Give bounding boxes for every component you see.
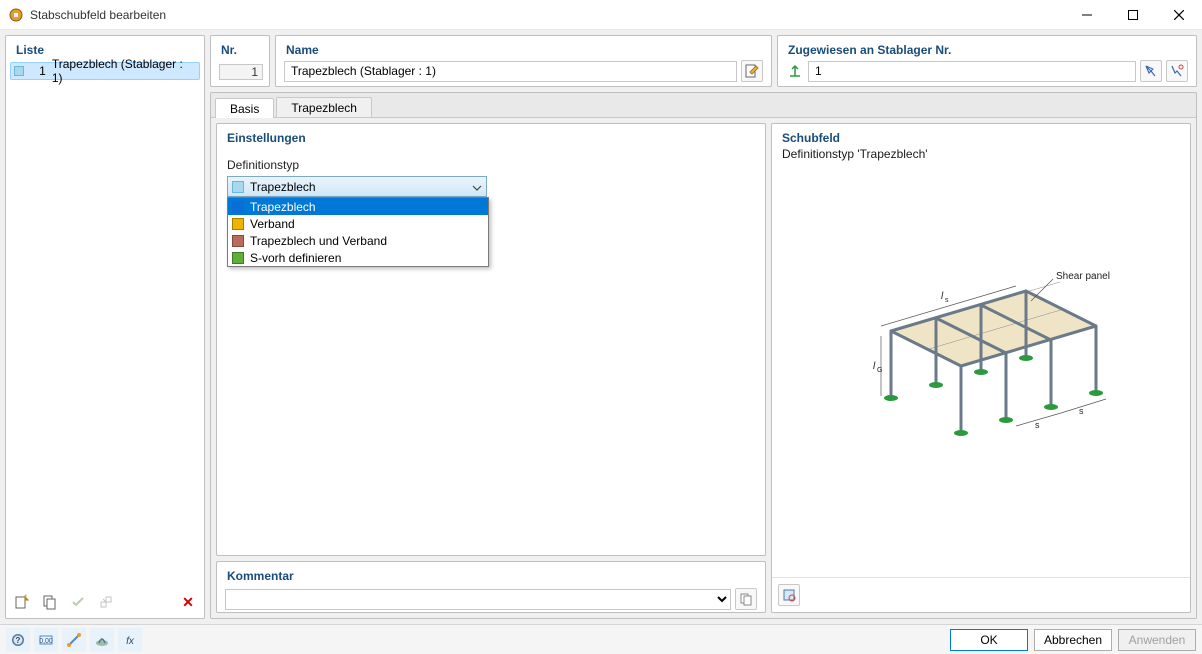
nr-label: Nr. (211, 36, 269, 60)
svg-text:s: s (1035, 420, 1040, 430)
assigned-input[interactable] (808, 61, 1136, 82)
nr-input[interactable] (219, 64, 263, 80)
comment-title: Kommentar (217, 562, 765, 586)
dropdown-option[interactable]: Trapezblech (228, 198, 488, 215)
delete-item-button[interactable]: ✕ (176, 590, 200, 614)
option-swatch (232, 252, 244, 264)
apply-button[interactable]: Anwenden (1118, 629, 1196, 651)
app-icon (8, 7, 24, 23)
option-label: Trapezblech (250, 200, 316, 214)
maximize-button[interactable] (1110, 0, 1156, 30)
list-item-number: 1 (30, 64, 46, 78)
option-swatch (232, 235, 244, 247)
comment-copy-button[interactable] (735, 588, 757, 610)
preview-image: l s l G s s Shear panel (772, 161, 1190, 577)
settings-title: Einstellungen (217, 124, 765, 148)
preview-title: Schubfeld (782, 131, 1180, 145)
definitionstyp-dropdown[interactable]: Trapezblech Verband Trapezblech und Verb… (227, 197, 489, 267)
tabs-panel: Basis Trapezblech Einstellungen Definiti… (210, 92, 1197, 619)
svg-text:s: s (945, 297, 949, 304)
dropdown-option[interactable]: Trapezblech und Verband (228, 232, 488, 249)
new-item-button[interactable] (10, 590, 34, 614)
window-title: Stabschubfeld bearbeiten (30, 8, 1064, 22)
svg-text:?: ? (16, 636, 21, 645)
name-input[interactable] (284, 61, 737, 82)
list-panel: Liste 1 Trapezblech (Stablager : 1) ✕ (5, 35, 205, 619)
titlebar: Stabschubfeld bearbeiten (0, 0, 1202, 30)
nr-panel: Nr. (210, 35, 270, 87)
cancel-button[interactable]: Abbrechen (1034, 629, 1112, 651)
option-label: Verband (250, 217, 295, 231)
dropdown-option[interactable]: Verband (228, 215, 488, 232)
fx-button[interactable]: fx (118, 628, 142, 652)
help-button[interactable]: ? (6, 628, 30, 652)
name-label: Name (276, 36, 771, 60)
dropdown-option[interactable]: S-vorh definieren (228, 249, 488, 266)
svg-text:0,00: 0,00 (39, 638, 53, 645)
chevron-down-icon (472, 182, 482, 192)
name-panel: Name (275, 35, 772, 87)
assigned-label: Zugewiesen an Stablager Nr. (778, 36, 1196, 60)
list-item-swatch (14, 66, 24, 76)
svg-text:l: l (873, 361, 876, 372)
option-swatch (232, 201, 244, 213)
preview-panel: Schubfeld Definitionstyp 'Trapezblech' (771, 123, 1191, 613)
assigned-panel: Zugewiesen an Stablager Nr. (777, 35, 1197, 87)
member-button[interactable] (62, 628, 86, 652)
clone-item-button (94, 590, 118, 614)
option-swatch (232, 218, 244, 230)
option-label: Trapezblech und Verband (250, 234, 387, 248)
option-label: S-vorh definieren (250, 251, 341, 265)
list-item-label: Trapezblech (Stablager : 1) (52, 57, 196, 85)
svg-text:fx: fx (126, 636, 135, 647)
units-button[interactable]: 0,00 (34, 628, 58, 652)
definitionstyp-combo[interactable]: Trapezblech Trapezblech (227, 176, 487, 197)
tab-strip: Basis Trapezblech (211, 93, 1196, 118)
svg-text:s: s (1079, 406, 1084, 416)
preview-subtitle: Definitionstyp 'Trapezblech' (782, 147, 1180, 161)
minimize-button[interactable] (1064, 0, 1110, 30)
svg-text:G: G (877, 367, 882, 374)
pick-multi-button[interactable] (1166, 60, 1188, 82)
list-item[interactable]: 1 Trapezblech (Stablager : 1) (10, 62, 200, 80)
assigned-prefix-icon (786, 64, 804, 78)
edit-name-button[interactable] (741, 60, 763, 82)
view-button[interactable] (90, 628, 114, 652)
definitionstyp-label: Definitionstyp (227, 158, 755, 172)
shear-panel-label: Shear panel (1056, 271, 1110, 282)
ok-button[interactable]: OK (950, 629, 1028, 651)
combo-swatch (232, 181, 244, 193)
tab-trapezblech[interactable]: Trapezblech (276, 97, 372, 117)
comment-panel: Kommentar (216, 561, 766, 613)
check-item-button (66, 590, 90, 614)
copy-item-button[interactable] (38, 590, 62, 614)
combo-selected-text: Trapezblech (250, 180, 472, 194)
svg-text:l: l (941, 291, 944, 302)
tab-basis[interactable]: Basis (215, 98, 274, 118)
delete-icon: ✕ (182, 594, 194, 611)
settings-panel: Einstellungen Definitionstyp Trapezblech (216, 123, 766, 556)
pick-single-button[interactable] (1140, 60, 1162, 82)
comment-input[interactable] (225, 589, 731, 610)
close-button[interactable] (1156, 0, 1202, 30)
preview-settings-button[interactable] (778, 584, 800, 606)
bottom-bar: ? 0,00 fx OK Abbrechen Anwenden (0, 624, 1202, 654)
